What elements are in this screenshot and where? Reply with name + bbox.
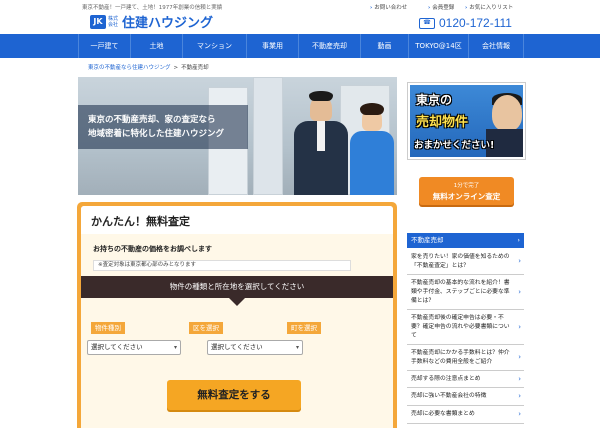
label-property-type: 物件種別 <box>91 322 125 334</box>
promo-banner[interactable]: 東京の 売却物件 おまかせください! <box>407 82 526 160</box>
sidebar-item-cautions[interactable]: 売却する際の注意点まとめ › <box>407 372 524 388</box>
logo-mark: JK <box>90 14 106 29</box>
arrow-icon: › <box>370 5 373 11</box>
appraisal-form-note: ※査定対象は東京都心部のみとなります <box>93 260 351 271</box>
man-hair <box>309 91 333 101</box>
instruction-bar: 物件の種類と所在地を選択してください <box>81 276 393 298</box>
hero-banner: 東京の不動産売却、家の査定なら 地域密着に特化した住建ハウジング <box>78 77 397 195</box>
online-appraisal-button[interactable]: 1分で完了 無料オンライン査定 <box>419 177 514 205</box>
logo-kabushiki: 株式会社 <box>108 15 119 28</box>
chevron-right-icon: › <box>518 353 521 361</box>
breadcrumb-current: 不動産売却 <box>181 65 209 71</box>
online-appraisal-label: 無料オンライン査定 <box>432 192 501 201</box>
ward-select-value: 選択してください <box>211 343 263 351</box>
promo-line-2: 売却物件 <box>416 115 469 130</box>
chevron-right-icon: › <box>518 374 521 383</box>
sidebar-item-appraisal[interactable]: 家を売りたい！家の価値を知るための「不動産査定」とは？ › <box>407 250 524 275</box>
sidebar-item-fees[interactable]: 不動産売却にかかる手数料とは？仲介手数料などの費用全般をご紹介 › <box>407 346 524 371</box>
chevron-down-icon: ▾ <box>173 344 177 351</box>
breadcrumb-home[interactable]: 東京の不動産なら住建ハウジング <box>88 65 171 71</box>
chevron-right-icon: › <box>517 236 520 244</box>
property-type-select-value: 選択してください <box>91 343 143 351</box>
promo-line-1: 東京の <box>416 93 453 107</box>
site-header: 東京不動産！一戸建て、土地！1977年創業の信頼と実績 JK 株式会社 住建ハウ… <box>0 0 600 34</box>
chevron-right-icon: › <box>518 392 521 400</box>
free-appraisal-submit-button[interactable]: 無料査定をする <box>167 380 301 410</box>
building-image <box>253 77 283 195</box>
nav-item-company[interactable]: 会社情報 <box>468 34 524 58</box>
label-town: 町を選択 <box>287 322 321 334</box>
sidebar-item-companies[interactable]: 売却に強い不動産会社の特徴 › <box>407 389 524 406</box>
nav-item-land[interactable]: 土地 <box>130 34 182 58</box>
phone-icon: ☎ <box>419 17 435 29</box>
phone-number[interactable]: ☎ 0120-172-111 <box>419 16 512 30</box>
appraisal-form-subtitle: お持ちの不動産の価格をお調べします <box>93 245 212 253</box>
sidebar-item-flow[interactable]: 不動産売却の基本的な流れを紹介！書類や手付金、ステップごとに必要な準備とは？ › <box>407 276 524 310</box>
site-tagline: 東京不動産！一戸建て、土地！1977年創業の信頼と実績 <box>82 5 223 11</box>
arrow-icon: › <box>428 5 431 11</box>
nav-item-house[interactable]: 一戸建て <box>78 34 130 58</box>
ward-select[interactable]: 選択してください ▾ <box>207 340 303 355</box>
appraisal-form-header: かんたん！無料査定 <box>81 206 393 234</box>
chevron-right-icon: › <box>518 257 521 265</box>
nav-item-business[interactable]: 事業用 <box>246 34 298 58</box>
hero-text: 東京の不動産売却、家の査定なら 地域密着に特化した住建ハウジング <box>88 113 224 141</box>
breadcrumb-separator: > <box>173 65 179 71</box>
promo-person-face <box>492 95 522 131</box>
util-link-register[interactable]: › 会員登録 <box>428 3 454 11</box>
main-nav: 一戸建て 土地 マンション 事業用 不動産売却 動画 TOKYO@14区 会社情… <box>0 34 600 58</box>
man-shirt <box>317 121 325 151</box>
appraisal-form-panel: かんたん！無料査定 お持ちの不動産の価格をお調べします ※査定対象は東京都心部の… <box>77 202 397 428</box>
sidebar-item-documents[interactable]: 売却に必要な書類まとめ › <box>407 407 524 424</box>
online-appraisal-small: 1分で完了 <box>453 183 480 189</box>
nav-item-video[interactable]: 動画 <box>360 34 408 58</box>
appraisal-form-title: かんたん！無料査定 <box>91 215 190 228</box>
woman-jacket <box>350 131 394 195</box>
woman-hair <box>360 103 384 115</box>
chevron-down-icon: ▾ <box>295 344 299 351</box>
chevron-right-icon: › <box>518 322 521 331</box>
nav-item-sell[interactable]: 不動産売却 <box>298 34 360 58</box>
appraisal-form-body: かんたん！無料査定 お持ちの不動産の価格をお調べします ※査定対象は東京都心部の… <box>81 206 393 428</box>
promo-line-3: おまかせください! <box>414 140 495 151</box>
util-link-favorites[interactable]: › お気に入りリスト <box>465 3 513 11</box>
nav-item-tokyo14[interactable]: TOKYO@14区 <box>408 34 468 58</box>
instruction-text: 物件の種類と所在地を選択してください <box>169 282 305 291</box>
hero-line-2: 地域密着に特化した住建ハウジング <box>88 129 225 139</box>
down-arrow-icon <box>229 298 245 306</box>
site-logo[interactable]: JK 株式会社 住建ハウジング <box>90 12 213 31</box>
property-type-select[interactable]: 選択してください ▾ <box>87 340 181 355</box>
breadcrumb: 東京の不動産なら住建ハウジング > 不動産売却 <box>88 63 209 71</box>
sidebar-section-title[interactable]: 不動産売却 › <box>407 233 524 248</box>
phone-number-text: 0120-172-111 <box>439 16 512 30</box>
hero-line-1: 東京の不動産売却、家の査定なら <box>88 115 216 125</box>
sidebar-item-tax-return[interactable]: 不動産売却後の確定申告は必要・不要？確定申告の流れや必要書類について › <box>407 311 524 345</box>
nav-item-mansion[interactable]: マンション <box>182 34 246 58</box>
logo-name: 住建ハウジング <box>122 16 214 31</box>
chevron-right-icon: › <box>518 410 521 418</box>
label-ward: 区を選択 <box>189 322 223 334</box>
chevron-right-icon: › <box>518 287 521 296</box>
util-link-contact[interactable]: › お問い合わせ <box>370 3 407 11</box>
arrow-icon: › <box>465 5 468 11</box>
